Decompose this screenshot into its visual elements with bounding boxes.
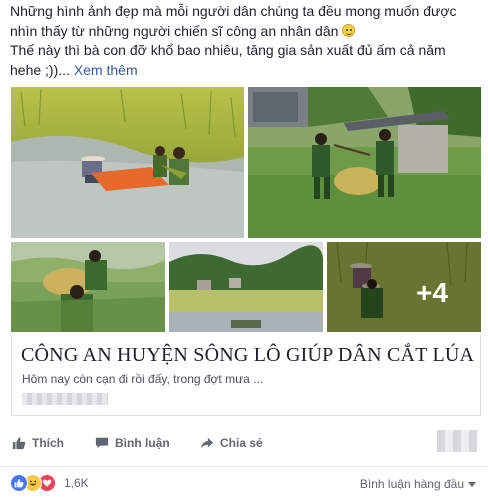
post-text: Những hình ảnh đẹp mà mỗi người dân chún… <box>10 2 480 80</box>
like-label: Thích <box>32 436 64 450</box>
more-photos-count: +4 <box>327 242 481 332</box>
share-button[interactable]: Chia sẻ <box>200 436 263 450</box>
share-arrow-icon <box>200 437 214 449</box>
like-button[interactable]: Thích <box>12 436 64 450</box>
photo-4-village-field[interactable] <box>169 242 323 332</box>
reaction-summary[interactable]: 1,6K <box>10 474 89 492</box>
see-more-link[interactable]: Xem thêm <box>74 62 138 78</box>
thumbs-up-icon <box>12 437 26 450</box>
photo-3-bundle[interactable] <box>11 242 165 332</box>
like-reaction-icon <box>10 474 28 492</box>
post-text-line-2: nhìn thấy từ những người chiến sĩ công a… <box>10 22 339 39</box>
comment-icon <box>95 437 109 449</box>
post-text-line-3: Thế này thì bà con đỡ khổ bao nhiêu, tăn… <box>10 42 446 58</box>
post-text-line-4: hehe ;))... <box>10 61 70 78</box>
action-bar: Thích Bình luận Chia sẻ <box>0 428 488 460</box>
smile-emoji-icon <box>342 23 356 37</box>
caret-down-icon <box>468 481 476 487</box>
reactions-footer: 1,6K Bình luận hàng đầu <box>0 466 488 498</box>
photo-5-more-photos[interactable]: +4 <box>327 242 481 332</box>
link-description: Hôm nay còn cạn đi rồi đấy, trong đợt mư… <box>22 372 264 386</box>
photo-2-carrying-rice[interactable] <box>248 87 481 238</box>
link-preview-card[interactable]: CÔNG AN HUYỆN SÔNG LÔ GIÚP DÂN CẮT LÚA H… <box>11 334 481 416</box>
link-domain-pixelated <box>22 393 108 405</box>
share-label: Chia sẻ <box>220 436 263 450</box>
photo-1-flooded-field[interactable] <box>11 87 244 238</box>
comment-sort-label: Bình luận hàng đầu <box>359 477 464 491</box>
post-text-line-1: Những hình ảnh đẹp mà mỗi người dân chún… <box>10 3 457 19</box>
reaction-count: 1,6K <box>64 476 89 490</box>
link-title[interactable]: CÔNG AN HUYỆN SÔNG LÔ GIÚP DÂN CẮT LÚA <box>21 344 474 367</box>
comment-label: Bình luận <box>115 436 170 450</box>
comment-button[interactable]: Bình luận <box>95 436 170 450</box>
comment-sort-dropdown[interactable]: Bình luận hàng đầu <box>360 477 476 491</box>
commenter-avatar[interactable] <box>437 430 477 452</box>
